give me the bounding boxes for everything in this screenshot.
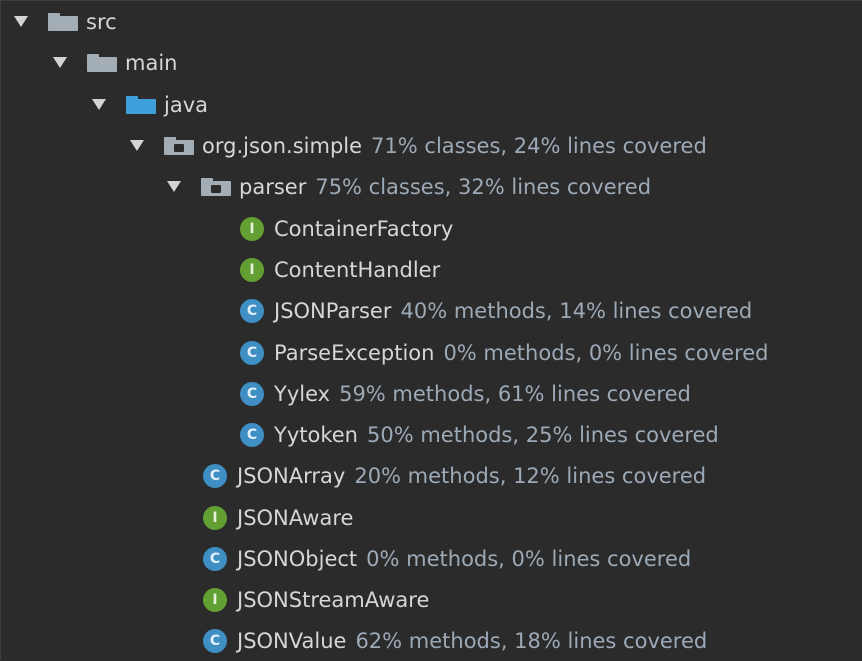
- node-label: Yytoken: [274, 422, 358, 447]
- interface-icon: I: [240, 257, 264, 282]
- chevron-down-icon[interactable]: [14, 16, 28, 27]
- coverage-summary: 71% classes, 24% lines covered: [371, 133, 707, 158]
- tree-node-jsonobject[interactable]: C JSONObject 0% methods, 0% lines covere…: [203, 538, 691, 579]
- node-label: main: [125, 50, 178, 75]
- tree-node-jsonvalue[interactable]: C JSONValue 62% methods, 18% lines cover…: [203, 620, 707, 661]
- coverage-summary: 20% methods, 12% lines covered: [354, 463, 707, 488]
- interface-icon: I: [240, 216, 264, 241]
- node-label: ContentHandler: [274, 257, 441, 282]
- coverage-summary: 59% methods, 61% lines covered: [339, 381, 691, 406]
- node-label: JSONObject: [237, 546, 358, 571]
- project-tree: src main java org.json.simple 71% classe…: [0, 0, 862, 660]
- coverage-summary: 40% methods, 14% lines covered: [400, 298, 753, 323]
- chevron-down-icon[interactable]: [53, 57, 67, 68]
- coverage-summary: 0% methods, 0% lines covered: [366, 546, 692, 571]
- class-icon: C: [240, 381, 264, 406]
- package-icon: [164, 136, 194, 155]
- node-label: org.json.simple: [202, 133, 363, 158]
- node-label: JSONStreamAware: [237, 587, 430, 612]
- coverage-summary: 62% methods, 18% lines covered: [355, 628, 708, 653]
- coverage-summary: 75% classes, 32% lines covered: [315, 174, 652, 199]
- node-label: parser: [239, 174, 307, 199]
- tree-node-contenthandler[interactable]: I ContentHandler: [240, 249, 440, 290]
- node-label: Yylex: [274, 381, 331, 406]
- coverage-summary: 50% methods, 25% lines covered: [366, 422, 719, 447]
- tree-node-java[interactable]: java: [92, 84, 208, 125]
- tree-node-jsonaware[interactable]: I JSONAware: [203, 497, 353, 538]
- class-icon: C: [240, 422, 264, 447]
- package-icon: [201, 177, 231, 196]
- tree-node-src[interactable]: src: [14, 1, 117, 42]
- class-icon: C: [203, 628, 227, 653]
- coverage-summary: 0% methods, 0% lines covered: [443, 340, 769, 365]
- node-label: src: [86, 9, 117, 34]
- tree-node-org-json-simple[interactable]: org.json.simple 71% classes, 24% lines c…: [130, 125, 707, 166]
- class-icon: C: [240, 298, 264, 323]
- node-label: ContainerFactory: [274, 216, 454, 241]
- chevron-down-icon[interactable]: [92, 99, 106, 110]
- chevron-down-icon[interactable]: [130, 140, 144, 151]
- folder-icon: [48, 12, 78, 31]
- tree-node-parseexception[interactable]: C ParseException 0% methods, 0% lines co…: [240, 332, 769, 373]
- tree-node-parser[interactable]: parser 75% classes, 32% lines covered: [167, 166, 651, 207]
- class-icon: C: [240, 340, 264, 365]
- tree-node-yylex[interactable]: C Yylex 59% methods, 61% lines covered: [240, 373, 691, 414]
- tree-node-jsonstreamaware[interactable]: I JSONStreamAware: [203, 579, 429, 620]
- tree-node-jsonarray[interactable]: C JSONArray 20% methods, 12% lines cover…: [203, 455, 706, 496]
- node-label: JSONArray: [237, 463, 346, 488]
- interface-icon: I: [203, 505, 227, 530]
- tree-node-jsonparser[interactable]: C JSONParser 40% methods, 14% lines cove…: [240, 290, 752, 331]
- tree-node-yytoken[interactable]: C Yytoken 50% methods, 25% lines covered: [240, 414, 719, 455]
- interface-icon: I: [203, 587, 227, 612]
- class-icon: C: [203, 546, 227, 571]
- node-label: JSONParser: [274, 298, 392, 323]
- class-icon: C: [203, 463, 227, 488]
- node-label: JSONAware: [237, 505, 354, 530]
- node-label: JSONValue: [237, 628, 347, 653]
- chevron-down-icon[interactable]: [167, 181, 181, 192]
- source-folder-icon: [126, 95, 156, 114]
- tree-node-containerfactory[interactable]: I ContainerFactory: [240, 208, 453, 249]
- tree-node-main[interactable]: main: [53, 42, 177, 83]
- node-label: ParseException: [274, 340, 435, 365]
- node-label: java: [164, 92, 208, 117]
- folder-icon: [87, 53, 117, 72]
